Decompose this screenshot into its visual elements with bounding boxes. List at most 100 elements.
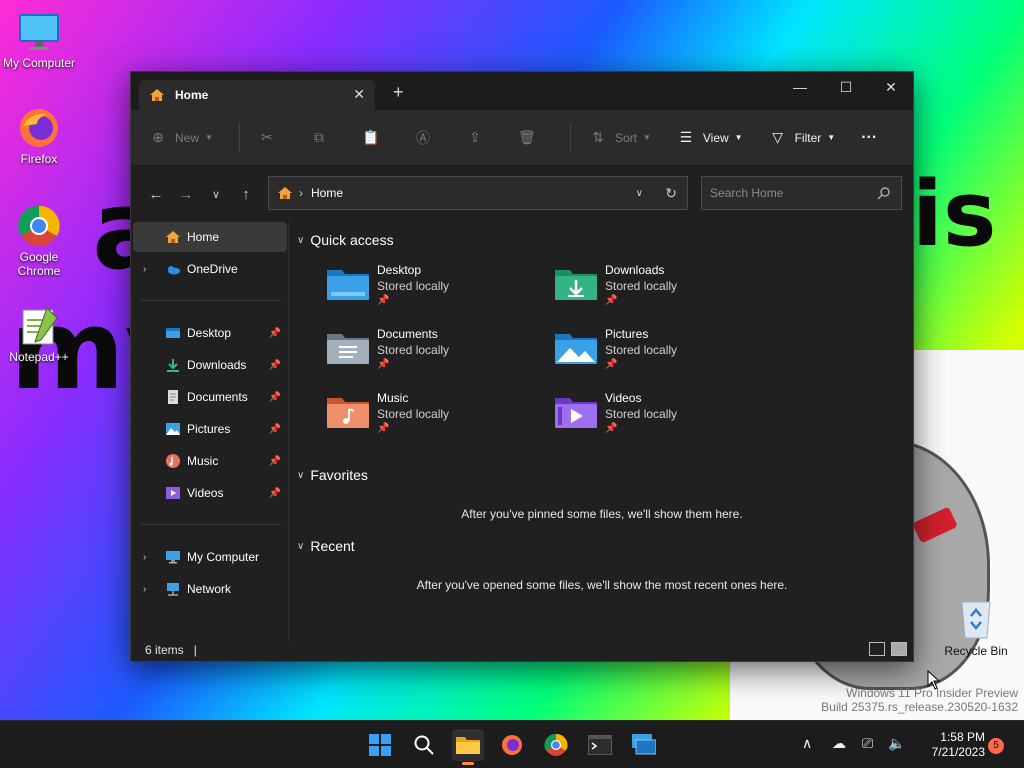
volume-icon[interactable]: 🔈 bbox=[888, 735, 905, 752]
start-button[interactable] bbox=[364, 729, 396, 761]
pin-icon[interactable]: 📌 bbox=[269, 360, 281, 371]
sidebar-item-my-computer[interactable]: › My Computer bbox=[133, 542, 287, 572]
clock[interactable]: 1:58 PM 7/21/2023 bbox=[915, 730, 985, 760]
quick-access-desktop[interactable]: Desktop Stored locally 📌 bbox=[327, 263, 527, 313]
quick-access-music[interactable]: Music Stored locally 📌 bbox=[327, 391, 527, 441]
sidebar-item-label: My Computer bbox=[187, 550, 260, 564]
breadcrumb-home[interactable]: Home bbox=[311, 186, 343, 200]
pin-icon[interactable]: 📌 bbox=[269, 424, 281, 435]
search-button[interactable] bbox=[408, 729, 440, 761]
taskbar-terminal[interactable] bbox=[584, 729, 616, 761]
recent-locations-button[interactable]: ∨ bbox=[201, 179, 231, 209]
quick-access-header[interactable]: ∨ Quick access bbox=[297, 232, 394, 248]
new-tab-button[interactable]: + bbox=[393, 83, 404, 101]
minimize-button[interactable]: — bbox=[777, 72, 823, 102]
delete-button[interactable]: 🗑 bbox=[518, 122, 544, 154]
sidebar-item-videos[interactable]: Videos 📌 bbox=[133, 478, 287, 508]
filter-button[interactable]: ▽ Filter ▼ bbox=[769, 122, 835, 154]
music-folder-icon bbox=[327, 394, 369, 430]
tiles-view-icon[interactable] bbox=[891, 642, 907, 656]
item-count: 6 items bbox=[145, 643, 184, 657]
close-window-button[interactable]: ✕ bbox=[868, 72, 914, 102]
item-location: Stored locally bbox=[605, 407, 678, 421]
status-bar: 6 items | bbox=[131, 639, 913, 661]
file-explorer-window: Home ✕ + — ☐ ✕ ⊕ New ▼ ✂ ⧉ 📋 Ⓐ ⇪ 🗑 ⇅ Sor… bbox=[130, 71, 914, 662]
pin-icon[interactable]: 📌 bbox=[269, 456, 281, 467]
recent-header[interactable]: ∨ Recent bbox=[297, 538, 355, 554]
address-dropdown-icon[interactable]: ∨ bbox=[636, 188, 643, 199]
sidebar-item-downloads[interactable]: Downloads 📌 bbox=[133, 350, 287, 380]
show-hidden-icons-button[interactable]: ∧ bbox=[802, 735, 812, 752]
details-view-icon[interactable] bbox=[869, 642, 885, 656]
pin-icon[interactable]: 📌 bbox=[269, 392, 281, 403]
search-input[interactable]: Search Home bbox=[701, 176, 902, 210]
more-options-button[interactable]: ··· bbox=[861, 122, 877, 154]
view-button[interactable]: ☰ View ▼ bbox=[677, 122, 743, 154]
new-button[interactable]: ⊕ New ▼ bbox=[149, 122, 213, 154]
sidebar-item-documents[interactable]: Documents 📌 bbox=[133, 382, 287, 412]
quick-access-downloads[interactable]: Downloads Stored locally 📌 bbox=[555, 263, 755, 313]
new-label: New bbox=[175, 130, 200, 145]
active-indicator bbox=[462, 762, 474, 765]
expand-chevron-icon[interactable]: › bbox=[143, 264, 146, 275]
desktop-folder-icon bbox=[327, 266, 369, 302]
cut-button[interactable]: ✂ bbox=[258, 122, 284, 154]
desktop-icon-chrome[interactable]: Google Chrome bbox=[1, 204, 77, 278]
sidebar-item-home[interactable]: Home bbox=[133, 222, 287, 252]
tab-title: Home bbox=[175, 88, 209, 102]
desktop-icon-notepadpp[interactable]: Notepad++ bbox=[1, 304, 77, 364]
share-button[interactable]: ⇪ bbox=[466, 122, 492, 154]
rename-button[interactable]: Ⓐ bbox=[414, 122, 440, 154]
item-location: Stored locally bbox=[605, 343, 678, 357]
scissors-icon: ✂ bbox=[261, 129, 273, 145]
paste-button[interactable]: 📋 bbox=[362, 122, 388, 154]
collapse-chevron-icon: ∨ bbox=[297, 234, 305, 246]
videos-folder-icon bbox=[555, 394, 597, 430]
close-tab-icon[interactable]: ✕ bbox=[353, 86, 365, 103]
watermark-line-1: Windows 11 Pro Insider Preview bbox=[846, 686, 1018, 700]
back-button[interactable]: ← bbox=[141, 179, 171, 209]
desktop-icon-firefox[interactable]: Firefox bbox=[1, 106, 77, 166]
address-bar[interactable]: › Home ∨ ↻ bbox=[268, 176, 688, 210]
forward-button[interactable]: → bbox=[171, 179, 201, 209]
taskbar-chrome[interactable] bbox=[540, 729, 572, 761]
home-icon bbox=[277, 186, 293, 200]
file-explorer-icon bbox=[456, 737, 480, 754]
sidebar-item-music[interactable]: Music 📌 bbox=[133, 446, 287, 476]
up-button[interactable]: ↑ bbox=[231, 179, 261, 209]
desktop-icon-recycle-bin[interactable]: Recycle Bin bbox=[940, 596, 1012, 658]
cloud-icon bbox=[165, 261, 181, 277]
navigation-pane: Home › OneDrive Desktop 📌 Downloads 📌 Do… bbox=[131, 221, 289, 641]
search-placeholder: Search Home bbox=[710, 186, 784, 200]
network-tray-icon[interactable]: ⎚ bbox=[862, 735, 873, 752]
quick-access-documents[interactable]: Documents Stored locally 📌 bbox=[327, 327, 527, 377]
refresh-icon[interactable]: ↻ bbox=[665, 185, 677, 202]
watermark-line-2: Build 25375.rs_release.230520-1632 bbox=[821, 700, 1018, 714]
sidebar-item-onedrive[interactable]: › OneDrive bbox=[133, 254, 287, 284]
pin-icon[interactable]: 📌 bbox=[269, 328, 281, 339]
tab-bar: Home ✕ + — ☐ ✕ bbox=[131, 72, 913, 110]
copy-button[interactable]: ⧉ bbox=[310, 122, 336, 154]
taskbar-remote-desktop[interactable] bbox=[628, 729, 660, 761]
sidebar-item-network[interactable]: › Network bbox=[133, 574, 287, 604]
taskbar-file-explorer[interactable] bbox=[452, 729, 484, 765]
sort-button[interactable]: ⇅ Sort ▼ bbox=[589, 122, 651, 154]
favorites-header[interactable]: ∨ Favorites bbox=[297, 467, 368, 483]
windows-logo-icon bbox=[369, 734, 391, 756]
maximize-button[interactable]: ☐ bbox=[823, 72, 869, 102]
sidebar-item-pictures[interactable]: Pictures 📌 bbox=[133, 414, 287, 444]
quick-access-pictures[interactable]: Pictures Stored locally 📌 bbox=[555, 327, 755, 377]
onedrive-tray-icon[interactable]: ☁ bbox=[832, 735, 846, 752]
notification-badge[interactable]: 5 bbox=[988, 738, 1004, 754]
quick-access-videos[interactable]: Videos Stored locally 📌 bbox=[555, 391, 755, 441]
sidebar-item-desktop[interactable]: Desktop 📌 bbox=[133, 318, 287, 348]
expand-chevron-icon[interactable]: › bbox=[143, 584, 146, 595]
item-name: Pictures bbox=[605, 327, 649, 341]
pin-icon: 📌 bbox=[605, 359, 618, 370]
section-title: Favorites bbox=[310, 467, 368, 483]
desktop-icon-my-computer[interactable]: My Computer bbox=[1, 10, 77, 70]
tab-home[interactable]: Home ✕ bbox=[139, 80, 375, 110]
taskbar-firefox[interactable] bbox=[496, 729, 528, 761]
pin-icon[interactable]: 📌 bbox=[269, 488, 281, 499]
expand-chevron-icon[interactable]: › bbox=[143, 552, 146, 563]
